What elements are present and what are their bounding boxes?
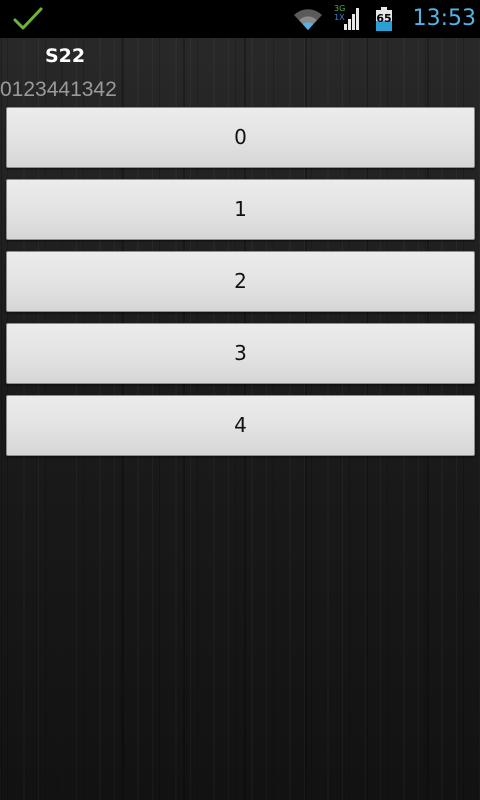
option-button-0[interactable]: 0 xyxy=(6,107,475,168)
status-bar: 3G 1X 65 13:53 xyxy=(0,0,480,38)
option-list: 0 1 2 3 4 xyxy=(6,107,475,467)
status-clock: 13:53 xyxy=(412,6,476,31)
option-button-2[interactable]: 2 xyxy=(6,251,475,312)
option-button-1[interactable]: 1 xyxy=(6,179,475,240)
option-button-4[interactable]: 4 xyxy=(6,395,475,456)
check-icon[interactable] xyxy=(12,6,44,32)
page-subtitle: 0123441342 xyxy=(0,78,117,101)
wifi-icon xyxy=(294,9,322,31)
option-button-3[interactable]: 3 xyxy=(6,323,475,384)
page-title: S22 xyxy=(45,45,86,67)
signal-icon xyxy=(344,8,359,30)
battery-level: 65 xyxy=(376,12,392,25)
